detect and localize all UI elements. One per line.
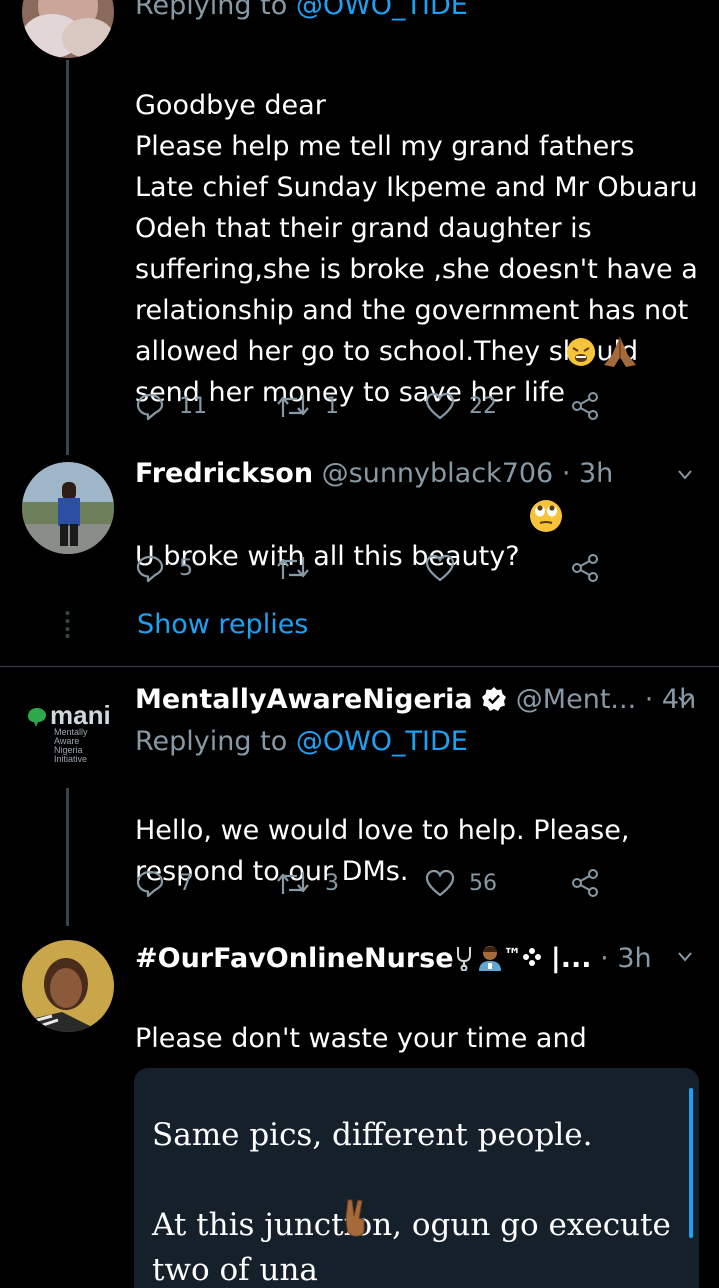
display-name[interactable]: Fredrickson [135, 458, 313, 489]
reply-button[interactable]: 11 [135, 388, 207, 424]
avatar[interactable] [22, 940, 114, 1032]
reply-count: 7 [179, 870, 193, 896]
tweet-header: MentallyAwareNigeria @Ment... · 4h [135, 682, 696, 718]
display-name[interactable]: #OurFavOnlineNurse [135, 943, 454, 974]
logo-subtext: Mentally Aware Nigeria Initiative [54, 727, 88, 764]
thread-dots [65, 610, 70, 638]
reply-button[interactable]: 7 [135, 865, 193, 901]
retweet-button[interactable]: 1 [275, 388, 339, 424]
share-icon [572, 869, 598, 897]
health-worker-emoji [476, 944, 504, 972]
divider [0, 666, 719, 667]
chevron-down-icon[interactable] [678, 950, 692, 964]
retweet-icon [277, 395, 309, 417]
reply-icon [136, 393, 164, 421]
thread-line [66, 788, 69, 926]
stethoscope-icon [454, 945, 476, 972]
heart-icon [425, 554, 455, 582]
share-button[interactable] [571, 550, 601, 586]
like-button[interactable]: 56 [425, 865, 497, 901]
chevron-down-icon[interactable] [678, 694, 692, 708]
display-name-truncated[interactable]: |... [542, 943, 592, 974]
folded-hands-emoji [600, 335, 640, 369]
weary-face-emoji [566, 337, 596, 367]
thread-line [66, 60, 69, 455]
heart-icon [425, 392, 455, 420]
verified-badge-icon [481, 686, 507, 712]
like-button[interactable]: 22 [425, 388, 497, 424]
reply-icon [136, 870, 164, 898]
victory-hand-emoji [338, 1198, 374, 1238]
chevron-down-icon[interactable] [678, 468, 692, 482]
quote-image-text: Same pics, different people. At this jun… [152, 1117, 671, 1288]
reply-button[interactable]: 5 [135, 550, 193, 586]
retweet-button[interactable]: 3 [275, 865, 339, 901]
scrollbar[interactable] [689, 1088, 693, 1238]
reply-count: 11 [179, 393, 207, 419]
retweet-icon [277, 872, 309, 894]
quoted-image-card[interactable]: Same pics, different people. At this jun… [134, 1068, 699, 1288]
timestamp: · 3h [591, 943, 652, 974]
face-with-rolling-eyes-emoji [529, 499, 563, 533]
mani-logo[interactable]: mani Mentally Aware Nigeria Initiative [24, 700, 116, 768]
tweet-header: #OurFavOnlineNurse ™ |... · 3h [135, 938, 652, 977]
like-count: 56 [469, 870, 497, 896]
trademark-symbol: ™ [503, 945, 522, 966]
heart-icon [425, 869, 455, 897]
display-name[interactable]: MentallyAwareNigeria [135, 684, 473, 715]
avatar[interactable] [22, 0, 114, 58]
share-button[interactable] [571, 388, 601, 424]
like-count: 22 [469, 393, 497, 419]
tweet-header: Fredrickson @sunnyblack706 · 3h [135, 456, 613, 492]
reply-handle-link[interactable]: @OWO_TIDE [296, 0, 468, 21]
reply-context: Replying to @OWO_TIDE [135, 726, 468, 757]
user-handle[interactable]: @sunnyblack706 [322, 458, 554, 489]
reply-context: Replying to @OWO_TIDE [135, 0, 468, 24]
reply-icon [136, 555, 164, 583]
avatar[interactable] [22, 462, 114, 554]
show-replies-link[interactable]: Show replies [137, 606, 308, 644]
share-icon [572, 554, 598, 582]
timestamp: · 3h [553, 458, 614, 489]
retweet-button[interactable] [275, 550, 311, 586]
share-icon [572, 392, 598, 420]
like-button[interactable] [425, 550, 455, 586]
reply-handle-link[interactable]: @OWO_TIDE [296, 726, 468, 757]
tweet-actions: 5 [135, 550, 615, 586]
retweet-icon [277, 557, 309, 579]
retweet-count: 3 [325, 870, 339, 896]
flower-icon [522, 941, 542, 966]
user-handle[interactable]: @Ment... [516, 684, 636, 715]
tweet-actions: 11 1 22 [135, 388, 615, 424]
brain-icon [28, 708, 46, 727]
share-button[interactable] [571, 865, 601, 901]
reply-count: 5 [179, 555, 193, 581]
tweet-actions: 7 3 56 [135, 865, 615, 901]
retweet-count: 1 [325, 393, 339, 419]
